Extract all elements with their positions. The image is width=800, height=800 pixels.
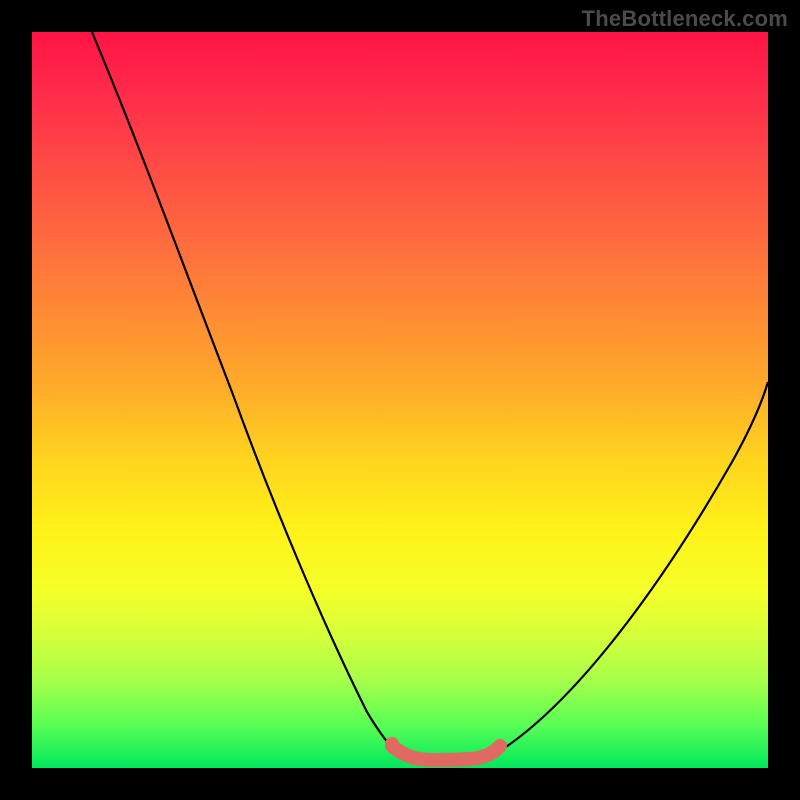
valley-highlight (392, 746, 498, 760)
valley-highlight-right-cap (493, 739, 507, 753)
curve-left-branch (92, 32, 404, 758)
valley-highlight-left-cap (385, 737, 399, 751)
curve-layer (32, 32, 768, 768)
curve-right-branch (492, 382, 768, 756)
plot-area (32, 32, 768, 768)
chart-frame: TheBottleneck.com (0, 0, 800, 800)
watermark-text: TheBottleneck.com (582, 6, 788, 32)
